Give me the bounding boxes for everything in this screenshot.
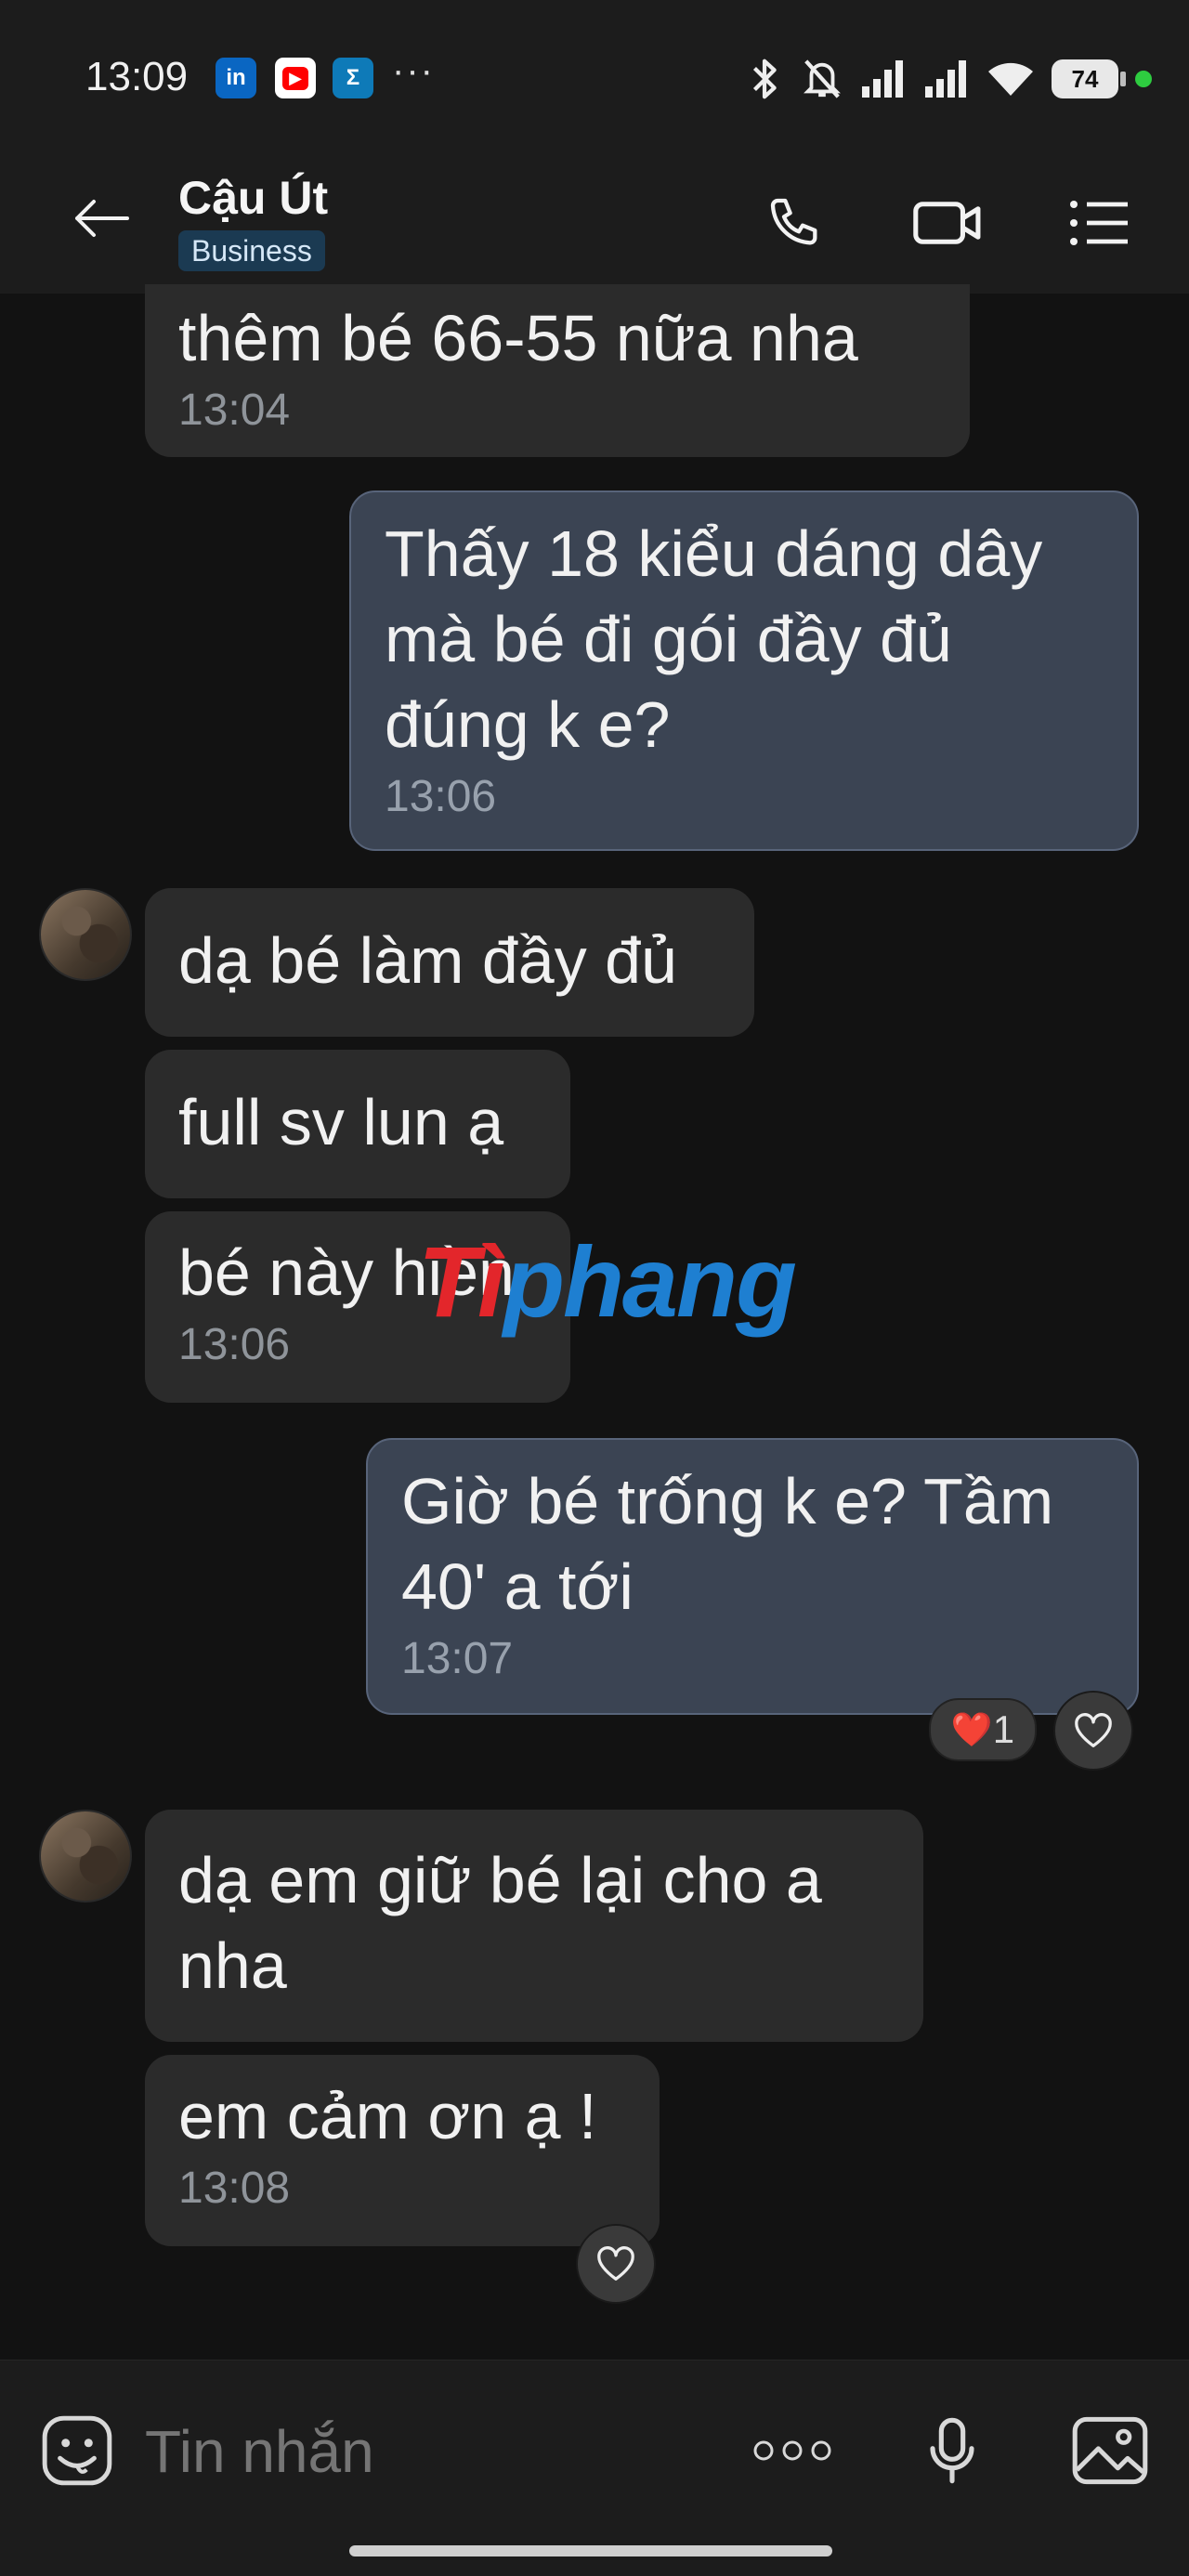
home-indicator[interactable]: [349, 2545, 832, 2556]
bluetooth-icon: [752, 59, 777, 99]
mute-bell-icon: [804, 59, 841, 98]
reaction-badge[interactable]: ❤️ 1: [929, 1698, 1037, 1761]
message-incoming[interactable]: em cảm ơn ạ ! 13:08: [145, 2055, 660, 2246]
status-time: 13:09: [85, 54, 189, 99]
heart-reaction-icon: ❤️: [950, 1710, 993, 1748]
status-bar: 13:09 in ▶ Σ ··· 74: [0, 0, 1189, 139]
sticker-button[interactable]: [35, 2409, 119, 2492]
list-menu-icon: [1070, 201, 1128, 245]
message-incoming[interactable]: full sv lun ạ: [145, 1050, 570, 1198]
message-text: em cảm ơn ạ !: [178, 2080, 597, 2152]
message-timestamp: 13:06: [385, 772, 497, 821]
message-incoming[interactable]: thêm bé 66-55 nữa nha 13:04: [145, 284, 970, 457]
more-notifications-icon: ···: [392, 50, 435, 91]
message-incoming[interactable]: bé này hiền 13:06: [145, 1211, 570, 1403]
voice-message-button[interactable]: [910, 2409, 994, 2492]
contact-avatar[interactable]: [39, 888, 132, 981]
microphone-icon: [930, 2417, 974, 2484]
message-outgoing[interactable]: Thấy 18 kiểu dáng dây mà bé đi gói đầy đ…: [349, 490, 1139, 851]
image-icon: [1072, 2416, 1148, 2485]
message-timestamp: 13:08: [178, 2164, 291, 2213]
signal-icon-2: [925, 60, 966, 98]
voice-call-button[interactable]: [758, 186, 832, 260]
message-text: full sv lun ạ: [178, 1086, 504, 1158]
youtube-icon: ▶: [275, 58, 316, 98]
emoji-face-icon: [42, 2415, 112, 2486]
message-input[interactable]: [145, 2414, 702, 2489]
linkedin-icon: in: [216, 58, 256, 98]
chat-options-button[interactable]: [1063, 186, 1137, 260]
signal-icon: [862, 60, 903, 98]
back-button[interactable]: [61, 186, 141, 251]
message-timestamp: 13:07: [401, 1634, 514, 1683]
video-camera-icon: [913, 202, 981, 244]
message-text: dạ em giữ bé lại cho a nha: [178, 1844, 822, 2002]
reaction-count: 1: [992, 1707, 1015, 1751]
phone-icon: [770, 198, 817, 245]
business-badge: Business: [178, 230, 325, 271]
message-text: dạ bé làm đầy đủ: [178, 924, 678, 997]
more-options-button[interactable]: [751, 2409, 834, 2492]
message-text: bé này hiền: [178, 1236, 515, 1309]
contact-avatar[interactable]: [39, 1810, 132, 1903]
message-text: thêm bé 66-55 nữa nha: [178, 302, 858, 374]
heart-outline-icon: [1075, 1713, 1112, 1747]
contact-name[interactable]: Cậu Út: [178, 171, 328, 225]
arrow-left-icon: [75, 200, 129, 237]
composer-bar: [0, 2360, 1189, 2576]
gallery-button[interactable]: [1068, 2409, 1152, 2492]
message-timestamp: 13:06: [178, 1320, 291, 1369]
video-call-button[interactable]: [910, 186, 985, 260]
battery-indicator: 74: [1052, 59, 1126, 98]
message-text: Giờ bé trống k e? Tầm 40' a tới: [401, 1465, 1054, 1623]
message-incoming[interactable]: dạ em giữ bé lại cho a nha: [145, 1810, 923, 2042]
sigma-app-icon: Σ: [333, 58, 373, 98]
heart-outline-icon: [597, 2246, 634, 2281]
more-dots-icon: [753, 2440, 831, 2461]
privacy-indicator-dot: [1135, 71, 1152, 87]
message-text: Thấy 18 kiểu dáng dây mà bé đi gói đầy đ…: [385, 517, 1043, 761]
message-outgoing[interactable]: Giờ bé trống k e? Tầm 40' a tới 13:07: [366, 1438, 1139, 1715]
wifi-icon: [988, 62, 1033, 96]
react-button[interactable]: [576, 2224, 656, 2304]
message-timestamp: 13:04: [178, 386, 291, 435]
react-button[interactable]: [1053, 1691, 1133, 1771]
chat-header: Cậu Út Business: [0, 139, 1189, 294]
message-incoming[interactable]: dạ bé làm đầy đủ: [145, 888, 754, 1037]
